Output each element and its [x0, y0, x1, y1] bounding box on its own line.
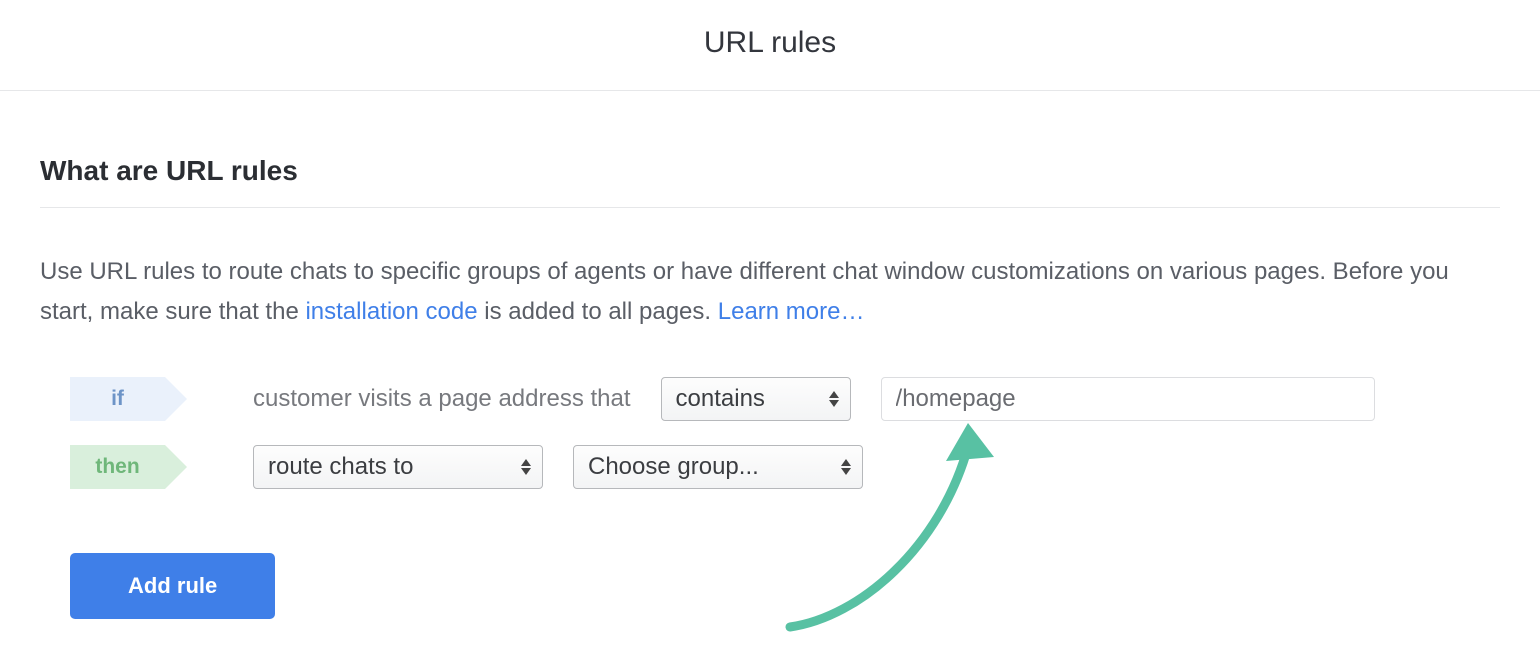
match-operator-value: contains: [676, 385, 765, 413]
action-select[interactable]: route chats to: [253, 445, 543, 489]
group-select[interactable]: Choose group...: [573, 445, 863, 489]
page-header: URL rules: [0, 0, 1540, 91]
then-tag: then: [70, 445, 165, 489]
select-arrows-icon: [828, 391, 840, 407]
add-rule-button[interactable]: Add rule: [70, 553, 275, 619]
select-arrows-icon: [840, 459, 852, 475]
url-path-input[interactable]: [881, 377, 1375, 421]
group-select-value: Choose group...: [588, 453, 759, 481]
desc-text-2: is added to all pages.: [478, 298, 718, 325]
rule-then-row: then route chats to Choose group...: [70, 445, 1500, 489]
rule-builder: if customer visits a page address that c…: [40, 377, 1500, 619]
condition-label: customer visits a page address that: [253, 385, 631, 413]
section-description: Use URL rules to route chats to specific…: [40, 252, 1500, 331]
select-arrows-icon: [520, 459, 532, 475]
action-select-value: route chats to: [268, 453, 413, 481]
learn-more-link[interactable]: Learn more…: [718, 298, 865, 325]
content-area: What are URL rules Use URL rules to rout…: [0, 91, 1540, 659]
if-tag: if: [70, 377, 165, 421]
installation-code-link[interactable]: installation code: [305, 298, 477, 325]
rule-if-row: if customer visits a page address that c…: [70, 377, 1500, 421]
match-operator-select[interactable]: contains: [661, 377, 851, 421]
section-heading: What are URL rules: [40, 155, 1500, 208]
page-title: URL rules: [0, 26, 1540, 60]
